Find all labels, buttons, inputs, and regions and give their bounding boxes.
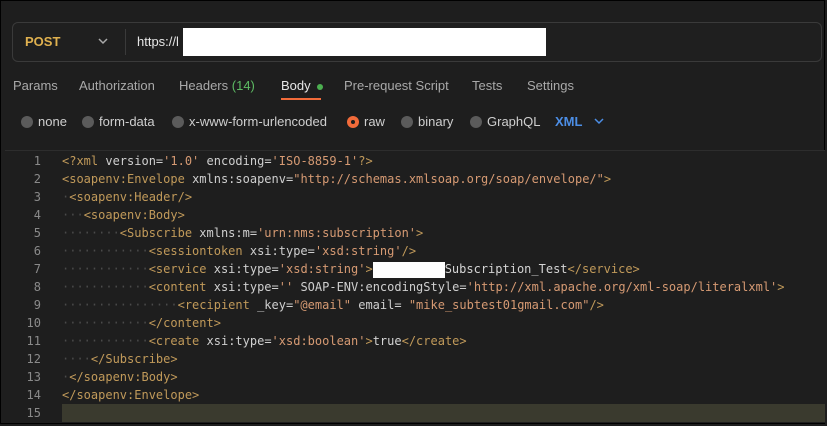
- tab-params[interactable]: Params: [13, 72, 58, 100]
- line-number: 2: [33, 172, 41, 186]
- body-mode-options: none form-data x-www-form-urlencoded raw…: [0, 112, 827, 132]
- redacted-text-block: [372, 261, 445, 278]
- radio-dot: [470, 116, 482, 128]
- line-number: 10: [26, 316, 41, 330]
- editor-line: 14 </soapenv:Envelope>: [5, 386, 825, 404]
- tab-label: Authorization: [79, 78, 155, 93]
- radio-dot: [82, 116, 94, 128]
- tab-body[interactable]: Body: [281, 72, 323, 100]
- radio-label: none: [38, 114, 67, 129]
- radio-label: raw: [364, 114, 385, 129]
- format-select[interactable]: XML: [555, 112, 582, 132]
- line-number: 5: [33, 226, 41, 240]
- line-number: 9: [33, 298, 41, 312]
- editor-line: 6 ············<sessiontoken xsi:type='xsd…: [5, 242, 825, 260]
- editor-line: 9 ················<recipient _key="@email…: [5, 296, 825, 314]
- tab-label: Tests: [472, 78, 503, 93]
- line-number: 6: [33, 244, 41, 258]
- request-tabs: Params Authorization Headers (14) Body P…: [0, 72, 827, 102]
- line-number: 12: [26, 352, 41, 366]
- editor-line: 12 ····</Subscribe>: [5, 350, 825, 368]
- radio-dot: [21, 116, 33, 128]
- headers-count: (14): [231, 78, 255, 93]
- body-indicator-dot: [316, 83, 323, 90]
- line-number: 4: [33, 208, 41, 222]
- line-number: 3: [33, 190, 41, 204]
- editor-line: 10 ············</content>: [5, 314, 825, 332]
- line-number: 8: [33, 280, 41, 294]
- tab-label: Params: [13, 78, 58, 93]
- chevron-down-icon[interactable]: [95, 33, 111, 49]
- tab-settings[interactable]: Settings: [527, 72, 574, 100]
- line-number: 14: [26, 388, 41, 402]
- editor-line: 4 ···<soapenv:Body>: [5, 206, 825, 224]
- request-url-bar: POST https://l: [12, 22, 822, 62]
- radio-label: x-www-form-urlencoded: [189, 114, 327, 129]
- line-number: 1: [33, 154, 41, 168]
- tab-label: Pre-request Script: [344, 78, 449, 93]
- editor-line: 8 ············<content xsi:type='' SOAP-E…: [5, 278, 825, 296]
- redacted-url-block: [183, 28, 546, 56]
- tab-label: Headers: [179, 78, 229, 93]
- editor-line: 15: [5, 404, 825, 422]
- tab-headers[interactable]: Headers (14): [179, 72, 255, 100]
- radio-label: binary: [418, 114, 454, 129]
- line-number: 11: [26, 334, 41, 348]
- editor-line: 1 <?xml version='1.0' encoding='ISO-8859-…: [5, 152, 825, 170]
- editor-line: 7 ············<service xsi:type='xsd:stri…: [5, 260, 825, 278]
- radio-dot: [172, 116, 184, 128]
- tab-tests[interactable]: Tests: [472, 72, 502, 100]
- editor-line: 13 ·</soapenv:Body>: [5, 368, 825, 386]
- tab-label: Body: [281, 78, 311, 93]
- divider: [125, 29, 126, 55]
- radio-dot: [401, 116, 413, 128]
- editor-line: 5 ········<Subscribe xmlns:m='urn:nms:sub…: [5, 224, 825, 242]
- line-number: 15: [26, 406, 41, 420]
- active-tab-underline: [281, 98, 321, 100]
- radio-dot-selected: [347, 116, 359, 128]
- radio-label: form-data: [99, 114, 155, 129]
- editor-line: 11 ············<create xsi:type='xsd:bool…: [5, 332, 825, 350]
- tab-authorization[interactable]: Authorization: [79, 72, 155, 100]
- url-input[interactable]: https://l: [137, 23, 179, 61]
- editor-line: 2 <soapenv:Envelope xmlns:soapenv="http:/…: [5, 170, 825, 188]
- line-number: 13: [26, 370, 41, 384]
- radio-label: GraphQL: [487, 114, 541, 129]
- method-select[interactable]: POST: [25, 23, 60, 61]
- line-number: 7: [33, 262, 41, 276]
- code-editor[interactable]: 1 <?xml version='1.0' encoding='ISO-8859-…: [5, 150, 825, 423]
- tab-label: Settings: [527, 78, 574, 93]
- editor-line: 3 ·<soapenv:Header/>: [5, 188, 825, 206]
- chevron-down-icon[interactable]: [592, 114, 606, 128]
- tab-pre-request-script[interactable]: Pre-request Script: [344, 72, 449, 100]
